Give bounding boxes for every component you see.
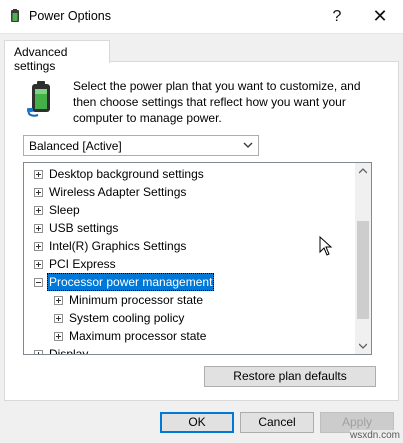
expand-icon[interactable]	[34, 188, 43, 197]
tab-advanced-settings[interactable]: Advanced settings	[4, 40, 110, 73]
power-options-icon	[11, 9, 19, 22]
close-button[interactable]: ✕	[358, 0, 402, 33]
tree-item-label: USB settings	[49, 221, 119, 235]
tree-item-label: PCI Express	[49, 257, 116, 271]
tree-item-label: Minimum processor state	[69, 293, 204, 307]
ok-button[interactable]: OK	[160, 412, 234, 433]
plan-description: Select the power plan that you want to c…	[73, 79, 361, 125]
expand-icon[interactable]	[34, 350, 43, 354]
help-button[interactable]: ?	[315, 0, 359, 33]
expand-icon[interactable]	[34, 224, 43, 233]
expand-icon[interactable]	[34, 260, 43, 269]
tree-item-label: System cooling policy	[69, 311, 185, 325]
tree-item[interactable]: PCI Express	[24, 255, 354, 273]
expand-icon[interactable]	[34, 242, 43, 251]
title-bar: Power Options ? ✕	[0, 0, 403, 34]
tree-item-label: Desktop background settings	[49, 167, 204, 181]
power-plan-selected-value: Balanced [Active]	[29, 139, 122, 153]
tree-item[interactable]: Wireless Adapter Settings	[24, 183, 354, 201]
collapse-icon[interactable]	[34, 278, 43, 287]
power-plan-select[interactable]: Balanced [Active]	[23, 135, 259, 156]
tree-item-label: Intel(R) Graphics Settings	[49, 239, 187, 253]
expand-icon[interactable]	[54, 296, 63, 305]
tree-item-label: Wireless Adapter Settings	[49, 185, 187, 199]
restore-plan-defaults-button[interactable]: Restore plan defaults	[204, 366, 376, 387]
cancel-button[interactable]: Cancel	[240, 412, 314, 433]
tree-item[interactable]: System cooling policy	[24, 309, 354, 327]
scroll-down-arrow[interactable]	[355, 338, 371, 354]
tree-item[interactable]: Processor power management	[24, 273, 354, 291]
tree-item[interactable]: Intel(R) Graphics Settings	[24, 237, 354, 255]
tree-item[interactable]: Minimum processor state	[24, 291, 354, 309]
tree-item-label: Display	[49, 347, 89, 355]
vertical-scrollbar[interactable]	[355, 163, 371, 354]
chevron-down-icon	[243, 142, 253, 148]
tree-item[interactable]: Desktop background settings	[24, 165, 354, 183]
chevron-up-icon	[359, 168, 367, 174]
tree-item[interactable]: Maximum processor state	[24, 327, 354, 345]
tab-label: Advanced settings	[14, 45, 68, 73]
tree-item[interactable]: Display	[24, 345, 354, 355]
scroll-up-arrow[interactable]	[355, 163, 371, 179]
tree-item[interactable]: USB settings	[24, 219, 354, 237]
settings-tree[interactable]: Desktop background settings Wireless Adap…	[23, 162, 372, 355]
scroll-thumb[interactable]	[357, 221, 369, 319]
tree-item[interactable]: Sleep	[24, 201, 354, 219]
battery-plug-icon	[27, 81, 50, 117]
expand-icon[interactable]	[34, 206, 43, 215]
mouse-cursor-icon	[319, 236, 333, 256]
expand-icon[interactable]	[34, 170, 43, 179]
window-title: Power Options	[29, 9, 111, 23]
expand-icon[interactable]	[54, 314, 63, 323]
tree-item-label: Maximum processor state	[69, 329, 207, 343]
expand-icon[interactable]	[54, 332, 63, 341]
watermark: wsxdn.com	[350, 430, 401, 441]
chevron-down-icon	[359, 343, 367, 349]
tree-item-label: Processor power management	[47, 273, 215, 291]
tree-item-label: Sleep	[49, 203, 80, 217]
